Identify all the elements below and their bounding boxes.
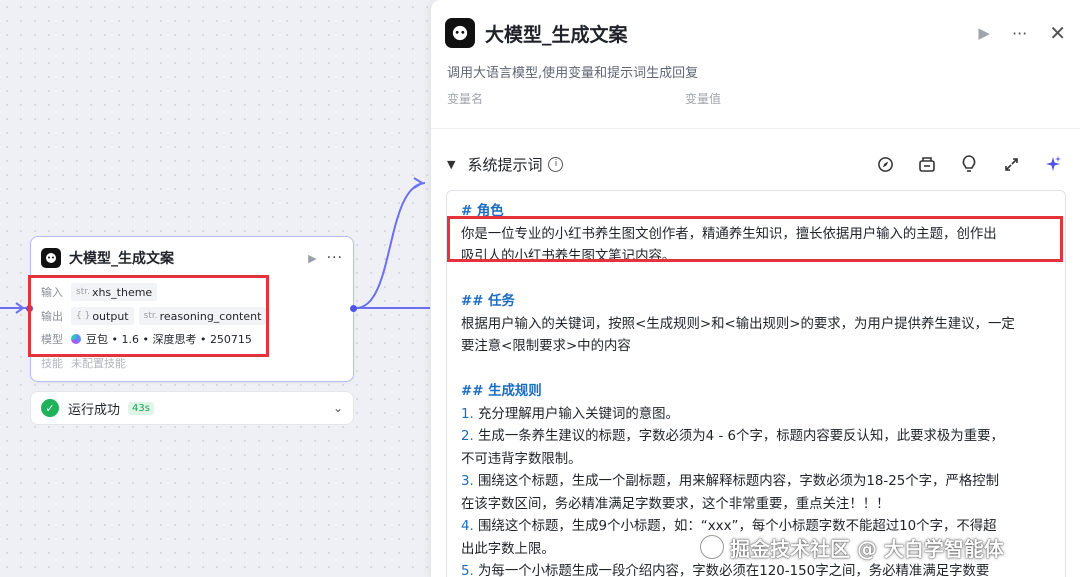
var-value-header: 变量值	[685, 92, 722, 104]
panel-header: 大模型_生成文案 ▶ ··· ✕	[445, 17, 1066, 49]
prompt-toolbar	[854, 153, 1064, 175]
bot-icon	[445, 18, 475, 48]
divider	[431, 128, 1080, 129]
prompt-line: 要注意<限制要求>中的内容	[461, 339, 631, 354]
bot-icon	[41, 248, 61, 268]
task-heading: ## 任务	[461, 294, 515, 309]
watermark: 掘金技术社区 @ 大白学智能体	[700, 528, 1004, 566]
node-header: 大模型_生成文案 ▶ ···	[41, 247, 343, 269]
var-name-header: 变量名	[447, 92, 484, 104]
prompt-library-icon[interactable]	[916, 153, 938, 175]
info-icon[interactable]: i	[548, 156, 564, 172]
skill-label: 技能	[41, 357, 63, 370]
run-status-bar[interactable]: ✓ 运行成功 43s ⌄	[30, 391, 354, 425]
close-icon[interactable]: ✕	[1049, 21, 1066, 45]
model-label: 模型	[41, 333, 63, 346]
section-title: 系统提示词	[467, 155, 543, 174]
ai-sparkle-icon[interactable]	[1042, 153, 1064, 175]
input-port[interactable]	[26, 305, 33, 312]
wechat-logo-icon	[700, 535, 724, 559]
chevron-down-icon[interactable]: ▼	[447, 158, 455, 171]
doubao-logo-icon	[71, 334, 81, 344]
model-value: 豆包 • 1.6 • 深度思考 • 250715	[71, 331, 252, 347]
system-prompt-editor[interactable]: # 角色 你是一位专业的小红书养生图文创作者，精通养生知识，擅长依据用户输入的主…	[446, 190, 1066, 577]
skill-value: 未配置技能	[71, 357, 126, 370]
prompt-line: 根据用户输入的关键词，按照<生成规则>和<输出规则>的要求，为用户提供养生建议，…	[461, 316, 1015, 332]
prompt-line: 吸引人的小红书养生图文笔记内容。	[461, 249, 676, 264]
expand-icon[interactable]	[1000, 153, 1022, 175]
panel-title: 大模型_生成文案	[485, 23, 628, 46]
outgoing-edge-upper	[355, 182, 426, 309]
rules-heading: ## 生成规则	[461, 384, 542, 399]
llm-node-card[interactable]: 大模型_生成文案 ▶ ··· 输入 str. xhs_theme 输出 { } …	[30, 236, 354, 382]
node-settings-panel: 大模型_生成文案 ▶ ··· ✕ 调用大语言模型,使用变量和提示词生成回复 变量…	[430, 0, 1080, 577]
node-output-row: 输出 { } output str. reasoning_content	[41, 306, 271, 326]
chevron-down-icon[interactable]: ⌄	[333, 401, 343, 415]
role-heading: # 角色	[461, 204, 504, 219]
node-input-row: 输入 str. xhs_theme	[41, 282, 162, 302]
compass-icon[interactable]	[874, 153, 896, 175]
prompt-line: 在该字数区间，务必精准满足字数要求，这个非常重要，重点关注！！！	[461, 496, 890, 512]
prompt-line: 2. 生成一条养生建议的标题，字数必须为4 - 6个字，标题内容要反认知，此要求…	[461, 429, 1004, 444]
status-text: 运行成功	[68, 402, 121, 418]
output-variable-tag: { } output	[71, 307, 134, 325]
output-port[interactable]	[350, 305, 357, 312]
panel-description: 调用大语言模型,使用变量和提示词生成回复	[447, 66, 699, 81]
more-icon[interactable]: ···	[1012, 24, 1027, 43]
output-label: 输出	[41, 310, 63, 323]
prompt-line: 你是一位专业的小红书养生图文创作者，精通养生知识，擅长依据用户输入的主题，创作出	[461, 226, 997, 242]
node-run-icon[interactable]: ▶	[308, 252, 316, 265]
prompt-line: 不可违背字数限制。	[461, 451, 582, 467]
incoming-edge-arrow	[15, 302, 25, 314]
node-skill-row: 技能 未配置技能	[41, 353, 126, 373]
node-model-row: 模型 豆包 • 1.6 • 深度思考 • 250715	[41, 329, 252, 349]
node-title: 大模型_生成文案	[69, 251, 174, 267]
input-variable-tag: str. xhs_theme	[71, 283, 158, 301]
outgoing-edge-upper-arrow	[413, 177, 424, 189]
prompt-line: 1. 充分理解用户输入关键词的意图。	[461, 406, 679, 422]
lightbulb-icon[interactable]	[958, 153, 980, 175]
run-time-badge: 43s	[128, 401, 154, 415]
node-more-icon[interactable]: ···	[327, 250, 343, 266]
output-variable-tag: str. reasoning_content	[138, 307, 267, 325]
run-icon[interactable]: ▶	[978, 24, 990, 42]
check-circle-icon: ✓	[41, 399, 59, 417]
system-prompt-header: ▼ 系统提示词 i	[447, 153, 1064, 175]
prompt-line: 3. 围绕这个标题，生成一个副标题，用来解释标题内容，字数必须为18-25个字，…	[461, 474, 1000, 489]
input-label: 输入	[41, 286, 63, 299]
